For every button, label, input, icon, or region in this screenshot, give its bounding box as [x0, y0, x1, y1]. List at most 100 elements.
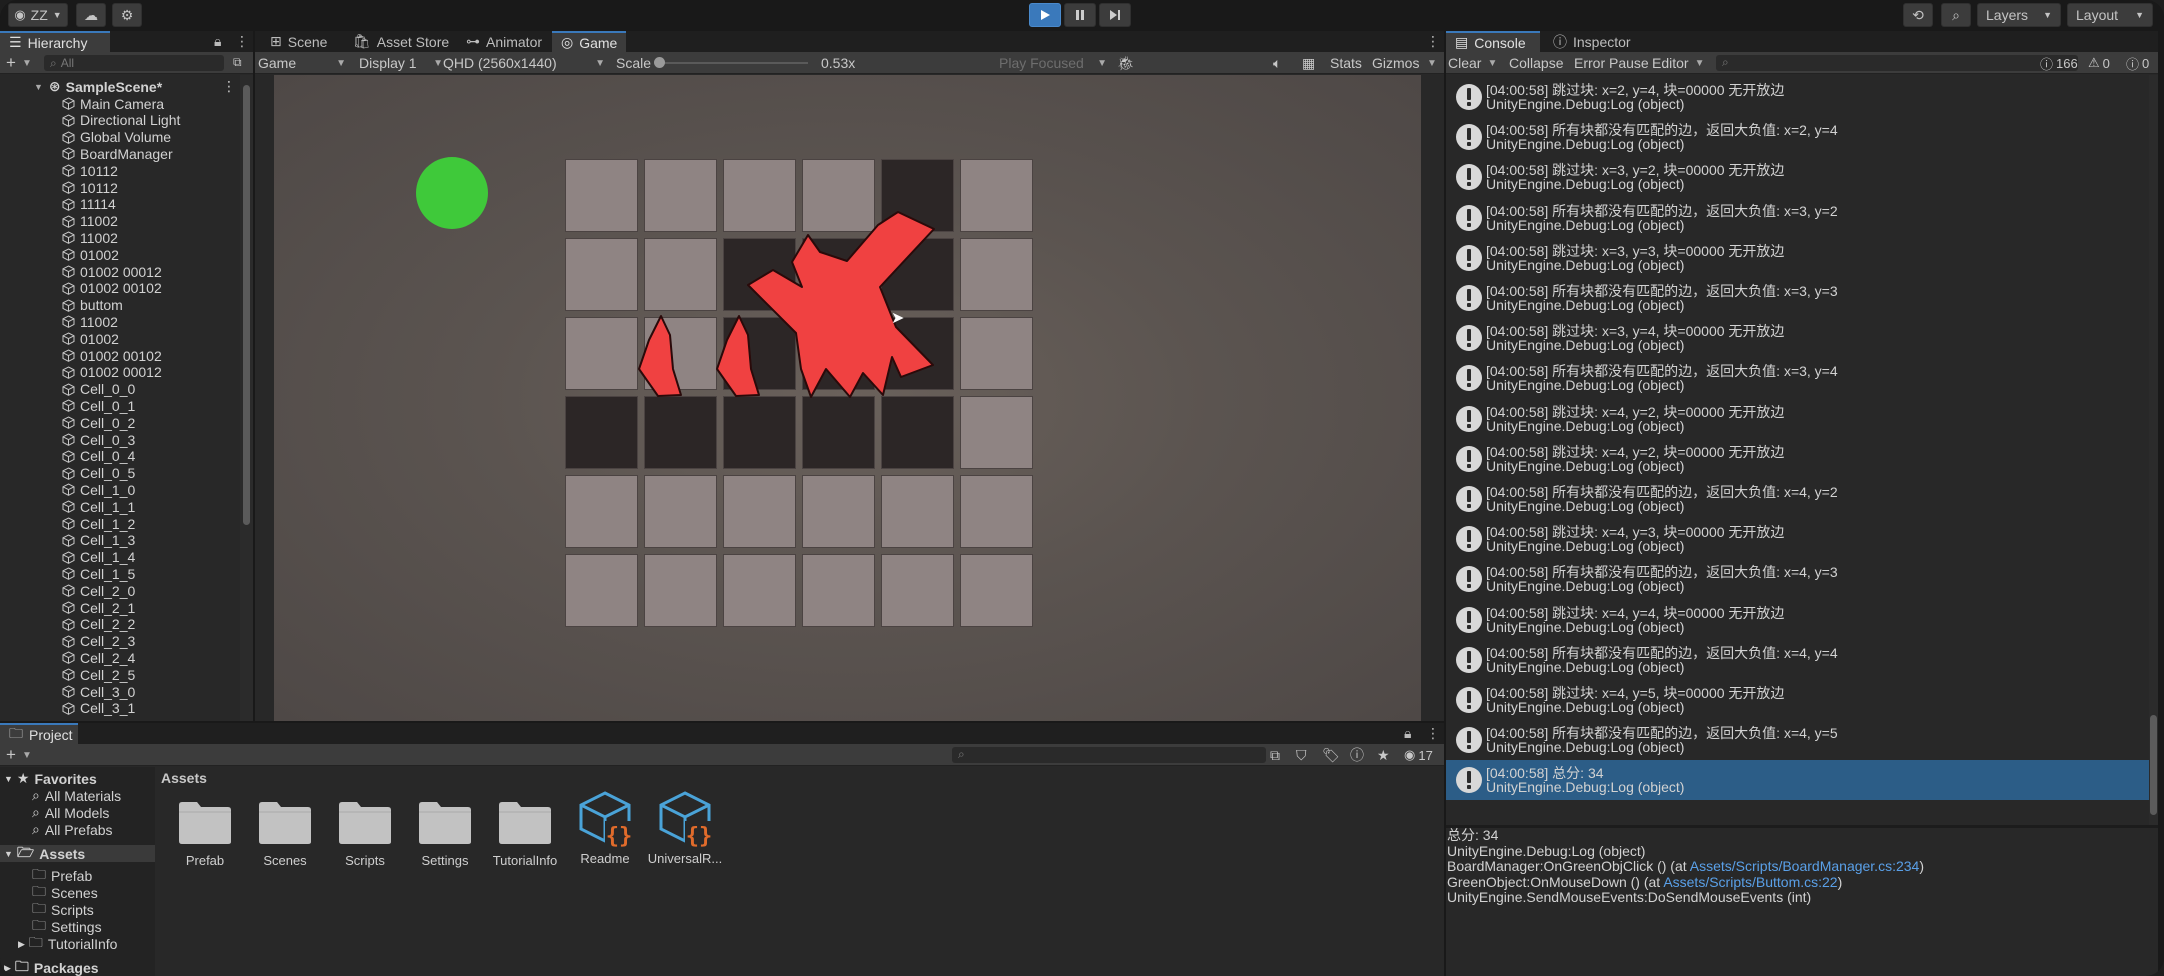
buttom-script-link[interactable]: Assets/Scripts/Buttom.cs:22	[1663, 874, 1837, 890]
asset-script[interactable]: {} Readme	[565, 789, 645, 866]
project-search-input[interactable]: ⌕	[952, 747, 1266, 763]
board-cell[interactable]	[644, 396, 717, 469]
hierarchy-item[interactable]: Directional Light	[62, 112, 180, 129]
asset-folder[interactable]: Prefab	[165, 799, 245, 868]
log-entry[interactable]: [04:00:58] 跳过块: x=4, y=3, 块=00000 无开放边 Un…	[1446, 519, 2149, 559]
board-cell[interactable]	[881, 554, 954, 627]
collab-icon[interactable]: ⚙	[112, 3, 142, 27]
log-entry[interactable]: [04:00:58] 跳过块: x=3, y=3, 块=00000 无开放边 Un…	[1446, 238, 2149, 278]
board-cell[interactable]	[802, 159, 875, 232]
board-cell[interactable]	[644, 159, 717, 232]
log-entry[interactable]: [04:00:58] 跳过块: x=2, y=4, 块=00000 无开放边 Un…	[1446, 77, 2149, 117]
hierarchy-item[interactable]: 01002	[62, 246, 119, 263]
board-cell[interactable]	[723, 396, 796, 469]
hierarchy-item[interactable]: 01002 00012	[62, 263, 162, 280]
log-entry[interactable]: [04:00:58] 所有块都没有匹配的边，返回大负值: x=4, y=5 Uni…	[1446, 720, 2149, 760]
board-cell[interactable]	[881, 238, 954, 311]
board-cell[interactable]	[565, 238, 638, 311]
favorites-header[interactable]: ▼ ★ Favorites	[4, 770, 97, 787]
asset-folder[interactable]: Scenes	[245, 799, 325, 868]
hierarchy-item[interactable]: Main Camera	[62, 95, 164, 112]
board-cell[interactable]	[565, 396, 638, 469]
hierarchy-scrollbar[interactable]	[240, 75, 253, 721]
stats-grid-icon[interactable]: ▦	[1302, 52, 1315, 74]
board-cell[interactable]	[802, 317, 875, 390]
scene-root[interactable]: ▼ ⊛ SampleScene*	[34, 78, 162, 95]
hierarchy-item[interactable]: Cell_0_0	[62, 381, 135, 398]
console-scroll-thumb[interactable]	[2150, 715, 2157, 815]
create-button[interactable]: + ▼	[6, 52, 32, 74]
hierarchy-item[interactable]: 01002 00012	[62, 364, 162, 381]
hierarchy-item[interactable]: 01002	[62, 330, 119, 347]
console-search-input[interactable]: ⌕	[1716, 55, 2078, 71]
hierarchy-item[interactable]: 01002 00102	[62, 347, 162, 364]
log-entry[interactable]: [04:00:58] 所有块都没有匹配的边，返回大负值: x=3, y=4 Uni…	[1446, 358, 2149, 398]
log-entry[interactable]: [04:00:58] 总分: 34 UnityEngine.Debug:Log (…	[1446, 760, 2149, 801]
layout-dropdown[interactable]: Layout ▼	[2067, 3, 2153, 27]
hierarchy-item[interactable]: 10112	[62, 162, 118, 179]
hierarchy-item[interactable]: Cell_0_2	[62, 414, 135, 431]
hierarchy-item[interactable]: Cell_2_4	[62, 649, 135, 666]
bug-icon[interactable]: 🐞︎	[1117, 52, 1135, 74]
hierarchy-item[interactable]: Cell_0_4	[62, 448, 135, 465]
tag-icon[interactable]: 🏷︎	[1322, 744, 1340, 766]
editor-dropdown[interactable]: Editor ▼	[1652, 52, 1704, 74]
search-by-label-icon[interactable]: ⛉	[1296, 744, 1307, 766]
hierarchy-item[interactable]: 11002	[62, 213, 118, 230]
board-cell[interactable]	[960, 159, 1033, 232]
favorite-star-icon[interactable]: ★	[1377, 744, 1390, 766]
board-cell[interactable]	[881, 159, 954, 232]
stats-button[interactable]: Stats	[1330, 52, 1362, 74]
asset-folder[interactable]: Scripts	[325, 799, 405, 868]
gizmos-dropdown-arrow-icon[interactable]: ▼	[1427, 52, 1437, 74]
tab-game[interactable]: ◎ Game	[552, 31, 627, 52]
board-cell[interactable]	[723, 238, 796, 311]
hierarchy-item[interactable]: Cell_1_1	[62, 498, 135, 515]
hierarchy-item[interactable]: 11002	[62, 313, 118, 330]
assets-breadcrumb[interactable]: Assets	[161, 770, 207, 786]
board-cell[interactable]	[960, 238, 1033, 311]
hierarchy-scroll-thumb[interactable]	[243, 85, 250, 525]
board-cell[interactable]	[881, 396, 954, 469]
fav-all-prefabs[interactable]: ⌕ All Prefabs	[32, 821, 113, 838]
account-dropdown[interactable]: ◉ ZZ ▼	[8, 3, 68, 27]
hierarchy-item[interactable]: Cell_2_1	[62, 599, 135, 616]
tab-animator[interactable]: ⊶ Animator	[457, 31, 551, 52]
hierarchy-item[interactable]: Cell_3_1	[62, 700, 135, 717]
play-focused-dropdown[interactable]: Play Focused ▼	[999, 52, 1107, 74]
error-count-toggle[interactable]: ⓘ 0	[2126, 52, 2149, 74]
hierarchy-item[interactable]: Cell_2_3	[62, 633, 135, 650]
log-entry[interactable]: [04:00:58] 跳过块: x=4, y=5, 块=00000 无开放边 Un…	[1446, 680, 2149, 720]
log-entry[interactable]: [04:00:58] 所有块都没有匹配的边，返回大负值: x=3, y=3 Uni…	[1446, 278, 2149, 318]
project-tree-folder[interactable]: ▶ 🗀 TutorialInfo	[18, 932, 117, 956]
tab-console[interactable]: ▤ Console	[1446, 31, 1540, 52]
game-menu-kebab-icon[interactable]: ⋮	[1426, 33, 1440, 50]
hierarchy-item[interactable]: 10112	[62, 179, 118, 196]
log-count-toggle[interactable]: ⓘ 166	[2040, 52, 2078, 74]
board-cell[interactable]	[565, 554, 638, 627]
tab-asset-store[interactable]: 🛍︎ Asset Store	[344, 31, 458, 52]
hierarchy-item[interactable]: Cell_1_5	[62, 565, 135, 582]
hierarchy-item[interactable]: Cell_1_2	[62, 515, 135, 532]
hierarchy-item[interactable]: Global Volume	[62, 129, 171, 146]
game-view-dropdown[interactable]: Game ▼	[258, 52, 346, 74]
board-cell[interactable]	[802, 396, 875, 469]
hierarchy-item[interactable]: Cell_2_2	[62, 616, 135, 633]
import-log-icon[interactable]: ⓘ	[1350, 744, 1364, 766]
hierarchy-item[interactable]: buttom	[62, 297, 123, 314]
console-scrollbar[interactable]	[2149, 75, 2158, 825]
project-create-button[interactable]: + ▼	[6, 744, 32, 766]
green-object[interactable]	[416, 157, 488, 229]
board-cell[interactable]	[960, 317, 1033, 390]
project-menu-kebab-icon[interactable]: ⋮	[1426, 725, 1440, 742]
hierarchy-item[interactable]: 11114	[62, 196, 116, 213]
board-cell[interactable]	[960, 475, 1033, 548]
assets-root[interactable]: ▼ 🗁 Assets	[0, 844, 155, 862]
hierarchy-item[interactable]: BoardManager	[62, 145, 173, 162]
resolution-dropdown[interactable]: QHD (2560x1440) ▼	[443, 52, 605, 74]
log-entry[interactable]: [04:00:58] 跳过块: x=4, y=2, 块=00000 无开放边 Un…	[1446, 439, 2149, 479]
game-viewport[interactable]: ➤	[274, 75, 1421, 721]
filter-icon[interactable]: ⧉	[233, 55, 242, 70]
tab-scene[interactable]: ⊞ Scene	[261, 31, 336, 52]
hidden-packages-toggle[interactable]: ◉ 17	[1404, 744, 1433, 766]
